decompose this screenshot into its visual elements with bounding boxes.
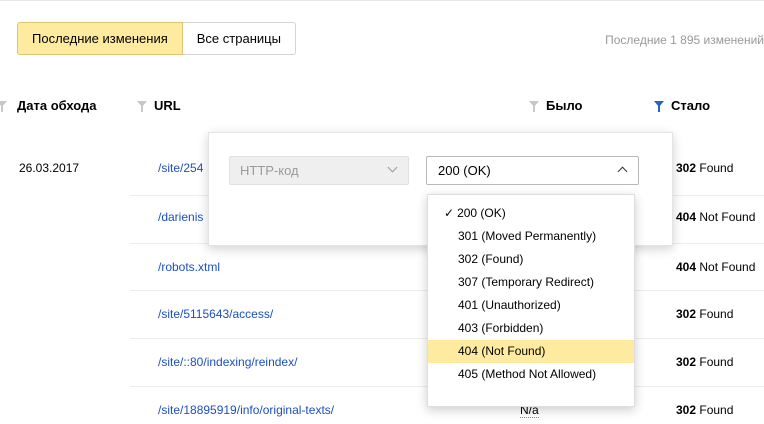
row-new-status: 302 Found <box>676 355 733 369</box>
view-tabs: Последние изменения Все страницы <box>17 22 296 55</box>
status-text: Found <box>699 307 734 321</box>
status-code: 404 <box>676 210 697 224</box>
column-header-date-label: Дата обхода <box>17 98 97 113</box>
filter-icon[interactable] <box>0 101 7 112</box>
status-code: 404 <box>676 260 697 274</box>
chevron-up-icon <box>617 166 628 177</box>
row-new-status: 404 Not Found <box>676 260 755 274</box>
dropdown-option-200[interactable]: ✓ 200 (OK) <box>428 202 634 225</box>
top-divider <box>0 0 764 1</box>
dropdown-option-301[interactable]: 301 (Moved Permanently) <box>428 225 634 248</box>
status-code-dropdown: ✓ 200 (OK) 301 (Moved Permanently) 302 (F… <box>427 194 635 407</box>
row-new-status: 302 Found <box>676 307 733 321</box>
filter-value-select[interactable]: 200 (OK) <box>426 156 639 185</box>
status-code: 302 <box>676 307 697 321</box>
status-code: 302 <box>676 161 697 175</box>
changes-count: Последние 1 895 изменений <box>605 33 764 47</box>
option-label: 200 (OK) <box>457 206 506 220</box>
dropdown-option-401[interactable]: 401 (Unauthorized) <box>428 294 634 317</box>
filter-field-select[interactable]: HTTP-код <box>229 156 409 185</box>
dropdown-option-403[interactable]: 403 (Forbidden) <box>428 317 634 340</box>
column-header-now[interactable]: Стало <box>654 97 710 115</box>
dropdown-option-307[interactable]: 307 (Temporary Redirect) <box>428 271 634 294</box>
row-url-link[interactable]: /site/5115643/access/ <box>158 307 273 321</box>
filter-field-label: HTTP-код <box>240 163 299 178</box>
row-new-status: 302 Found <box>676 403 733 417</box>
row-url-link[interactable]: /site/::80/indexing/reindex/ <box>158 355 297 369</box>
status-text: Found <box>699 403 734 417</box>
status-text: Not Found <box>699 210 756 224</box>
filter-value-label: 200 (OK) <box>438 163 491 178</box>
column-header-was-label: Было <box>546 98 583 113</box>
dropdown-option-404[interactable]: 404 (Not Found) <box>428 340 634 363</box>
tab-all-pages[interactable]: Все страницы <box>182 22 296 55</box>
status-text: Not Found <box>699 260 756 274</box>
chevron-down-icon <box>387 162 398 173</box>
row-new-status: 404 Not Found <box>676 210 755 224</box>
filter-icon[interactable] <box>137 101 147 112</box>
filter-icon[interactable] <box>529 101 539 112</box>
status-text: Found <box>699 161 734 175</box>
column-header-now-label: Стало <box>671 98 711 113</box>
dropdown-option-302[interactable]: 302 (Found) <box>428 248 634 271</box>
checkmark-icon: ✓ <box>444 206 455 220</box>
column-header-url-label: URL <box>154 98 181 113</box>
row-new-status: 302 Found <box>676 161 733 175</box>
row-url-link[interactable]: /site/254 <box>158 161 203 175</box>
row-url-link[interactable]: /site/18895919/info/original-texts/ <box>158 403 334 417</box>
status-code: 302 <box>676 355 697 369</box>
column-header-was[interactable]: Было <box>529 97 582 115</box>
column-header-date[interactable]: Дата обхода <box>0 97 97 115</box>
column-header-url[interactable]: URL <box>137 97 181 115</box>
status-code: 302 <box>676 403 697 417</box>
row-url-link[interactable]: /darienis <box>158 210 203 224</box>
status-text: Found <box>699 355 734 369</box>
tab-recent-changes[interactable]: Последние изменения <box>17 22 183 55</box>
filter-active-icon[interactable] <box>654 101 664 112</box>
row-date: 26.03.2017 <box>19 161 80 175</box>
dropdown-option-405[interactable]: 405 (Method Not Allowed) <box>428 363 634 386</box>
row-url-link[interactable]: /robots.xtml <box>158 260 220 274</box>
